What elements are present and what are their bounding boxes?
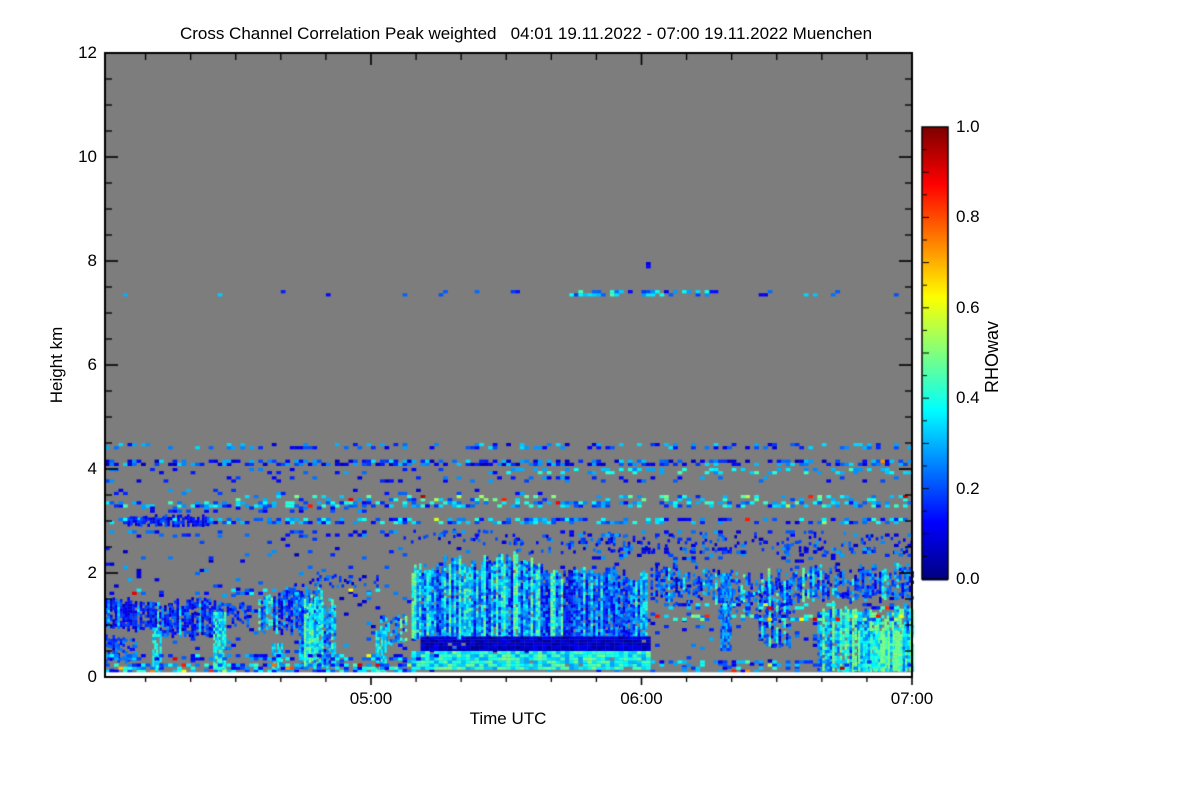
x-tick-label: 07:00 [890,689,934,708]
y-tick-label: 6 [87,355,97,374]
colorbar-tick-label: 0.0 [956,569,980,588]
colorbar-tick-label: 0.6 [956,297,980,317]
figure: Cross Channel Correlation Peak weighted … [0,0,1200,800]
heatmap-canvas [0,0,1200,800]
colorbar-tick-label: 0.8 [956,207,980,227]
x-axis-label: Time UTC [469,709,547,728]
x-tick-label: 06:00 [620,689,663,708]
x-tick-label: 05:00 [349,689,393,708]
colorbar-tick-label: 0.2 [956,478,980,498]
colorbar-tick-label: 0.4 [956,388,980,408]
colorbar-tick-label: 1.0 [956,117,980,136]
chart-title: Cross Channel Correlation Peak weighted … [179,24,873,43]
y-tick-label: 8 [87,251,97,270]
y-tick-label: 12 [78,43,97,62]
y-tick-label: 4 [87,459,97,478]
y-tick-label: 10 [78,147,97,166]
y-tick-label: 0 [87,667,97,686]
y-tick-label: 2 [87,563,97,582]
colorbar-label: RHOwav [982,320,1002,394]
